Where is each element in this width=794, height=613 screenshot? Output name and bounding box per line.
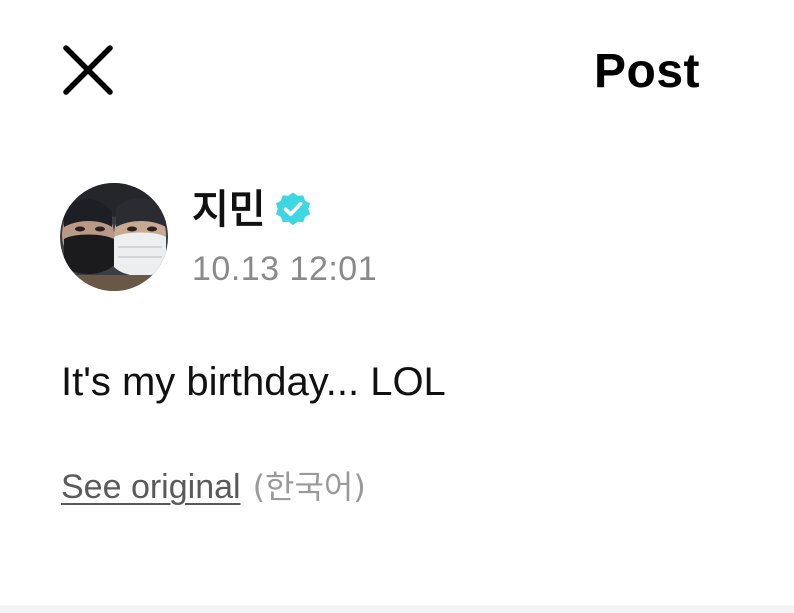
post-timestamp: 10.13 12:01 <box>192 250 378 288</box>
translation-row: See original (한국어) <box>61 466 366 508</box>
author-name[interactable]: 지민 <box>192 187 266 233</box>
author-name-row: 지민 <box>192 185 312 235</box>
avatar[interactable] <box>60 183 168 291</box>
close-icon <box>63 45 113 95</box>
page-title: Post <box>593 45 700 98</box>
divider <box>0 605 794 613</box>
header: Post <box>0 0 794 140</box>
post-body: It's my birthday... LOL <box>61 360 446 404</box>
see-original-link[interactable]: See original <box>61 466 241 508</box>
verified-badge-icon <box>274 191 312 229</box>
close-button[interactable] <box>58 42 118 102</box>
original-language-label: (한국어) <box>252 468 366 506</box>
post-author: 지민 10.13 12:01 <box>60 183 660 293</box>
